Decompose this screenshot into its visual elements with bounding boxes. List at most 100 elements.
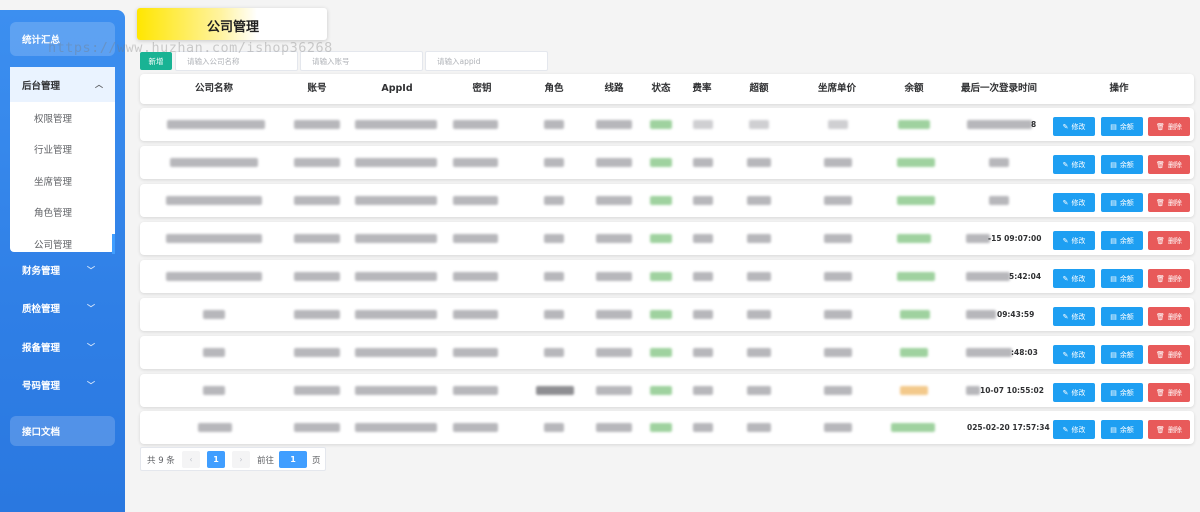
table-row: 10-07 10:55:02 ✎ 修改 ▤ 余额 🗑 删除 — [140, 374, 1194, 407]
balance-button[interactable]: ▤ 余额 — [1101, 307, 1143, 326]
sidebar-item-api-docs[interactable]: 接口文档 — [10, 416, 115, 446]
balance-button[interactable]: ▤ 余额 — [1101, 117, 1143, 136]
sidebar-item-permissions[interactable]: 权限管理 — [10, 102, 115, 134]
delete-button[interactable]: 🗑 删除 — [1148, 307, 1190, 326]
secret-cell — [453, 234, 498, 243]
edit-button[interactable]: ✎ 修改 — [1053, 307, 1095, 326]
company-name-cell — [203, 386, 225, 395]
rate-cell — [693, 234, 713, 243]
sidebar-item-numbers[interactable]: 号码管理 ﹀ — [10, 370, 115, 400]
edit-icon: ✎ — [1062, 160, 1069, 169]
edit-button[interactable]: ✎ 修改 — [1053, 269, 1095, 288]
edit-label: 修改 — [1071, 388, 1086, 397]
delete-button[interactable]: 🗑 删除 — [1148, 383, 1190, 402]
last-login-cell: 025-02-20 17:57:34 — [967, 423, 1050, 432]
balance-button[interactable]: ▤ 余额 — [1101, 231, 1143, 250]
appid-cell — [355, 423, 437, 432]
balance-cell — [900, 310, 930, 319]
balance-cell — [898, 120, 930, 129]
sidebar-item-finance[interactable]: 财务管理 ﹀ — [10, 255, 115, 285]
sidebar-group-header[interactable]: 后台管理 ︿ — [10, 67, 115, 102]
column-header: 公司名称 — [194, 83, 234, 94]
delete-label: 删除 — [1167, 312, 1182, 321]
sidebar-item-filing[interactable]: 报备管理 ﹀ — [10, 332, 115, 362]
sidebar-item-label: 财务管理 — [22, 266, 61, 277]
column-header: 状态 — [651, 83, 671, 94]
rate-cell — [693, 423, 713, 432]
sidebar: 统计汇总 后台管理 ︿ 权限管理 行业管理 坐席管理 角色管理 公司管理 财务管… — [0, 10, 125, 512]
column-header: 超额 — [749, 83, 769, 94]
balance-label: 余额 — [1119, 388, 1134, 397]
chevron-up-icon: ︿ — [95, 80, 103, 89]
delete-button[interactable]: 🗑 删除 — [1148, 117, 1190, 136]
edit-button[interactable]: ✎ 修改 — [1053, 193, 1095, 212]
pagination: 共 9 条 ‹ 1 › 前往 1 页 — [140, 447, 326, 471]
last-login-mask — [966, 234, 990, 243]
wallet-icon: ▤ — [1110, 160, 1117, 169]
delete-button[interactable]: 🗑 删除 — [1148, 345, 1190, 364]
sidebar-item-label: 坐席管理 — [34, 176, 73, 188]
appid-search-input[interactable]: 请输入appid — [425, 51, 548, 71]
balance-cell — [900, 348, 928, 357]
trash-icon: 🗑 — [1156, 388, 1165, 397]
edit-icon: ✎ — [1062, 198, 1069, 207]
edit-button[interactable]: ✎ 修改 — [1053, 231, 1095, 250]
delete-button[interactable]: 🗑 删除 — [1148, 231, 1190, 250]
delete-button[interactable]: 🗑 删除 — [1148, 193, 1190, 212]
sidebar-item-label: 行业管理 — [34, 145, 73, 157]
goto-page-input[interactable]: 1 — [279, 451, 307, 468]
balance-button[interactable]: ▤ 余额 — [1101, 269, 1143, 288]
last-login-mask — [966, 348, 1012, 357]
seat-price-cell — [824, 423, 852, 432]
edit-icon: ✎ — [1062, 274, 1069, 283]
rate-cell — [693, 272, 713, 281]
edit-button[interactable]: ✎ 修改 — [1053, 155, 1095, 174]
next-page-button[interactable]: › — [232, 451, 250, 468]
column-header: 余额 — [904, 83, 924, 94]
secret-cell — [453, 196, 498, 205]
balance-button[interactable]: ▤ 余额 — [1101, 193, 1143, 212]
balance-button[interactable]: ▤ 余额 — [1101, 345, 1143, 364]
delete-button[interactable]: 🗑 删除 — [1148, 420, 1190, 439]
role-cell — [544, 348, 564, 357]
balance-button[interactable]: ▤ 余额 — [1101, 420, 1143, 439]
sidebar-item-roles[interactable]: 角色管理 — [10, 197, 115, 229]
overage-cell — [747, 234, 771, 243]
line-cell — [596, 196, 632, 205]
last-login-cell: -15 09:07:00 — [988, 234, 1042, 243]
balance-button[interactable]: ▤ 余额 — [1101, 383, 1143, 402]
balance-label: 余额 — [1119, 198, 1134, 207]
trash-icon: 🗑 — [1156, 312, 1165, 321]
seat-price-cell — [824, 310, 852, 319]
balance-label: 余额 — [1119, 160, 1134, 169]
delete-label: 删除 — [1167, 122, 1182, 131]
edit-button[interactable]: ✎ 修改 — [1053, 420, 1095, 439]
delete-button[interactable]: 🗑 删除 — [1148, 155, 1190, 174]
prev-page-button[interactable]: ‹ — [182, 451, 200, 468]
balance-button[interactable]: ▤ 余额 — [1101, 155, 1143, 174]
wallet-icon: ▤ — [1110, 236, 1117, 245]
sidebar-item-industry[interactable]: 行业管理 — [10, 134, 115, 166]
account-cell — [294, 120, 340, 129]
trash-icon: 🗑 — [1156, 274, 1165, 283]
sidebar-item-seats[interactable]: 坐席管理 — [10, 165, 115, 197]
sidebar-item-quality[interactable]: 质检管理 ﹀ — [10, 293, 115, 323]
table-row: -15 09:07:00 ✎ 修改 ▤ 余额 🗑 删除 — [140, 222, 1194, 255]
delete-button[interactable]: 🗑 删除 — [1148, 269, 1190, 288]
watermark: https://www.huzhan.com/ishop36268 — [48, 40, 333, 56]
wallet-icon: ▤ — [1110, 425, 1117, 434]
company-name-cell — [167, 120, 265, 129]
column-header: 线路 — [604, 83, 624, 94]
delete-label: 删除 — [1167, 274, 1182, 283]
secret-cell — [453, 348, 498, 357]
edit-button[interactable]: ✎ 修改 — [1053, 117, 1095, 136]
page-number-button[interactable]: 1 — [207, 451, 225, 468]
overage-cell — [747, 386, 771, 395]
table-row: 8 ✎ 修改 ▤ 余额 🗑 删除 — [140, 108, 1194, 141]
last-login-cell: 10-07 10:55:02 — [980, 386, 1044, 395]
edit-button[interactable]: ✎ 修改 — [1053, 383, 1095, 402]
company-name-cell — [203, 310, 225, 319]
role-cell — [536, 386, 574, 395]
page-title-card: 公司管理 — [137, 8, 327, 40]
edit-button[interactable]: ✎ 修改 — [1053, 345, 1095, 364]
